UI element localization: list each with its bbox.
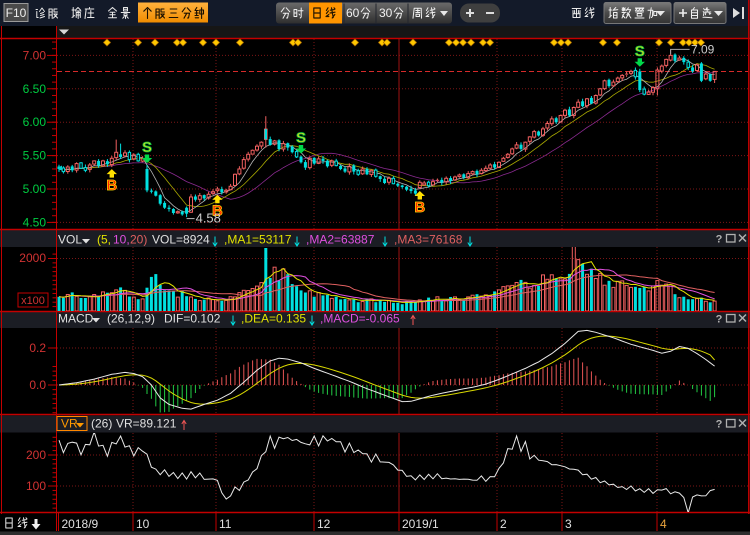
svg-text:DIF=0.102: DIF=0.102 bbox=[164, 312, 221, 326]
svg-text:VOL: VOL bbox=[58, 233, 82, 247]
svg-text:6.00: 6.00 bbox=[23, 115, 47, 129]
svg-text:?: ? bbox=[716, 234, 723, 246]
svg-text:S: S bbox=[635, 43, 645, 60]
svg-text:S: S bbox=[142, 139, 152, 156]
svg-text:,MA2=63887: ,MA2=63887 bbox=[306, 233, 375, 247]
svg-text:(5,: (5, bbox=[97, 233, 111, 247]
svg-text:7.09: 7.09 bbox=[691, 42, 715, 56]
svg-text:2000: 2000 bbox=[19, 251, 46, 265]
svg-text:6.50: 6.50 bbox=[23, 82, 47, 96]
svg-text:5.50: 5.50 bbox=[23, 149, 47, 163]
svg-text:12: 12 bbox=[317, 517, 331, 531]
svg-text:4.50: 4.50 bbox=[23, 215, 47, 229]
svg-text:,MACD=-0.065: ,MACD=-0.065 bbox=[320, 312, 400, 326]
svg-text:200: 200 bbox=[26, 448, 46, 462]
svg-text:F10: F10 bbox=[6, 6, 27, 20]
svg-text:B: B bbox=[106, 177, 117, 194]
svg-text:20): 20) bbox=[130, 233, 147, 247]
svg-text:11: 11 bbox=[219, 517, 232, 531]
svg-text:,DEA=0.135: ,DEA=0.135 bbox=[241, 312, 306, 326]
svg-text:?: ? bbox=[716, 314, 723, 326]
svg-text:3: 3 bbox=[565, 517, 572, 531]
svg-text:10: 10 bbox=[136, 517, 150, 531]
svg-text:,MA3=76168: ,MA3=76168 bbox=[394, 233, 463, 247]
svg-text:30: 30 bbox=[379, 6, 393, 20]
svg-text:4: 4 bbox=[660, 517, 667, 531]
svg-text:x100: x100 bbox=[21, 295, 45, 307]
svg-text:(26): (26) bbox=[91, 417, 112, 431]
svg-text:B: B bbox=[414, 199, 425, 216]
svg-text:5.00: 5.00 bbox=[23, 182, 47, 196]
svg-text:VR=89.121: VR=89.121 bbox=[116, 417, 177, 431]
svg-text:VOL=8924: VOL=8924 bbox=[152, 233, 210, 247]
svg-text:60: 60 bbox=[346, 6, 360, 20]
svg-text:0.0: 0.0 bbox=[29, 378, 46, 392]
svg-text:100: 100 bbox=[26, 479, 46, 493]
svg-text:?: ? bbox=[716, 419, 723, 431]
svg-text:2018/9: 2018/9 bbox=[62, 517, 99, 531]
svg-text:VR: VR bbox=[61, 417, 78, 431]
svg-text:2: 2 bbox=[500, 517, 507, 531]
svg-text:0.2: 0.2 bbox=[29, 341, 46, 355]
svg-text:2019/1: 2019/1 bbox=[402, 517, 439, 531]
svg-text:(26,12,9): (26,12,9) bbox=[107, 312, 155, 326]
svg-text:7.00: 7.00 bbox=[23, 48, 47, 62]
svg-text:4.58: 4.58 bbox=[196, 211, 221, 226]
svg-text:MACD: MACD bbox=[58, 312, 94, 326]
svg-text:,MA1=53117: ,MA1=53117 bbox=[224, 233, 292, 247]
svg-text:S: S bbox=[296, 130, 306, 147]
svg-text:10,: 10, bbox=[113, 233, 130, 247]
